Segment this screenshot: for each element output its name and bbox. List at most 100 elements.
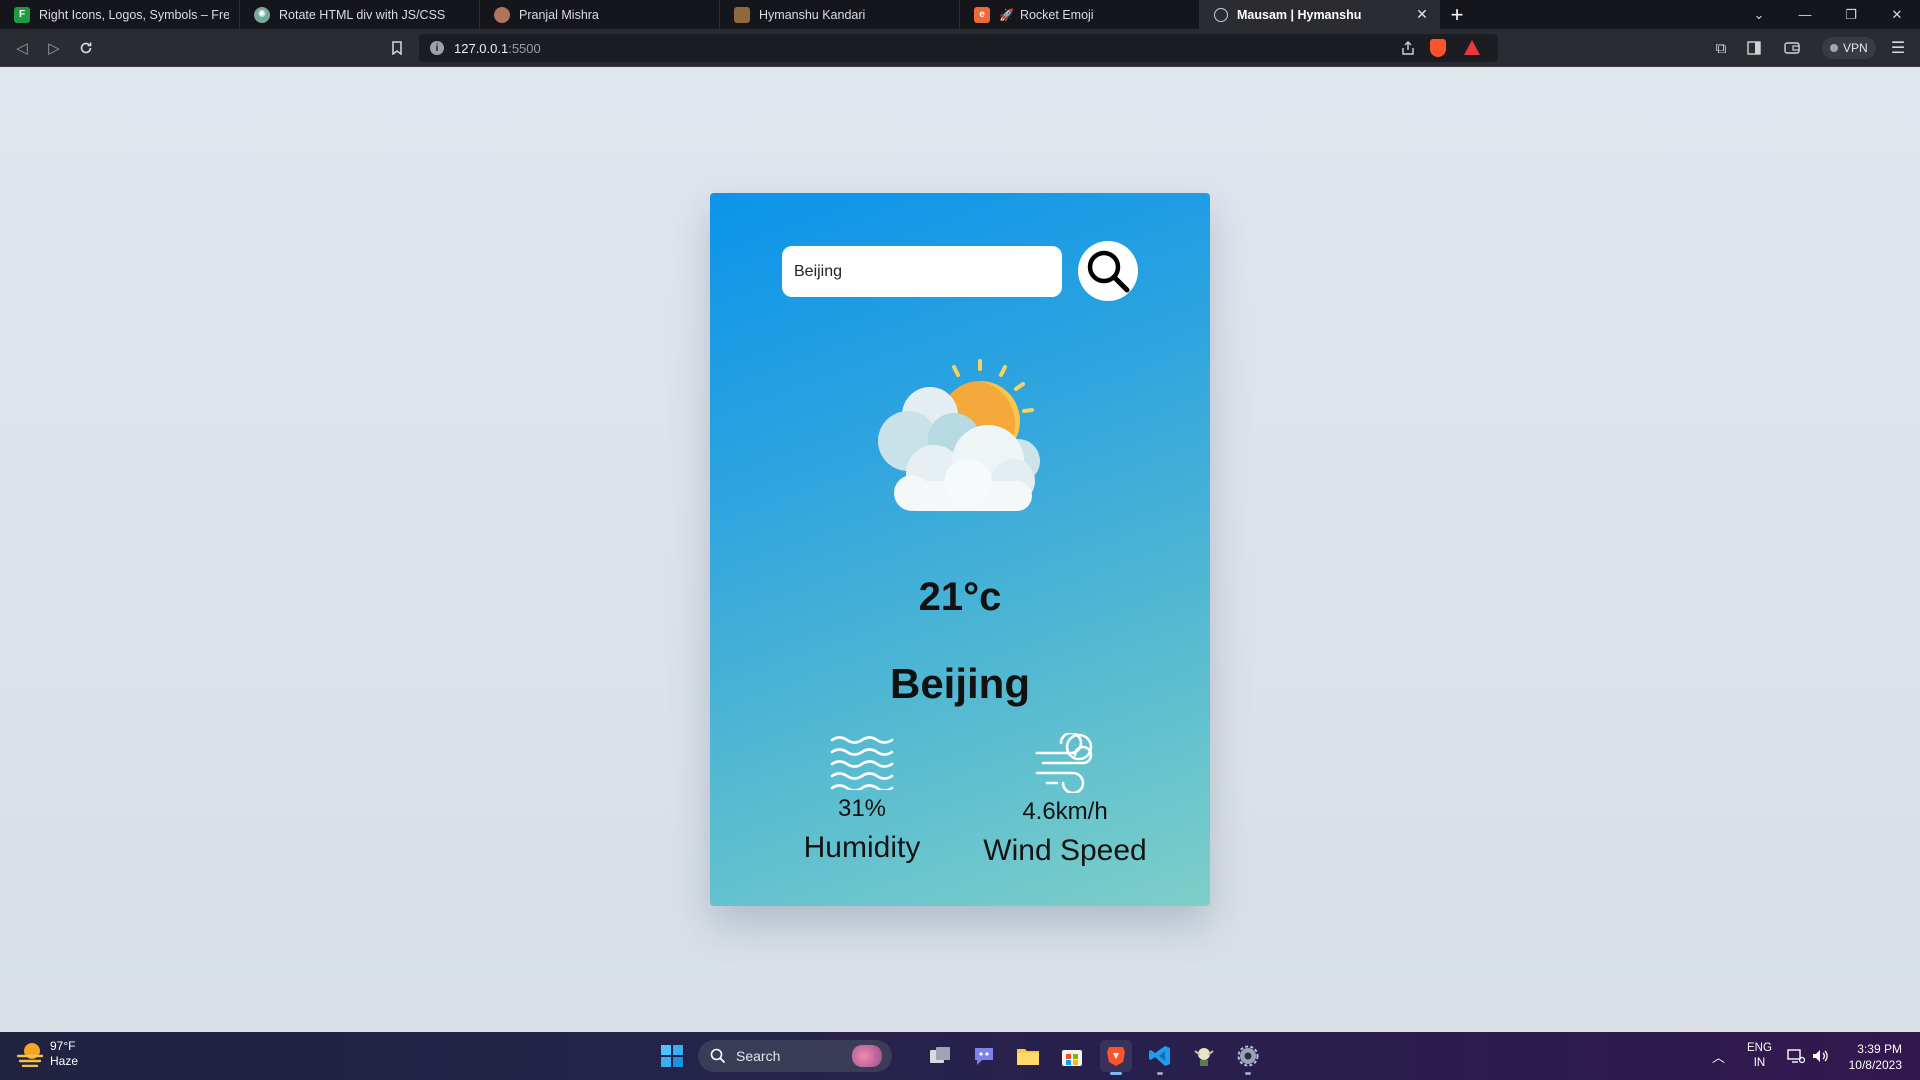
- start-button[interactable]: [656, 1040, 688, 1072]
- wallet-icon: [1784, 42, 1800, 54]
- tab-hymanshu[interactable]: Hymanshu Kandari: [720, 0, 960, 29]
- windows-logo-icon: [661, 1045, 683, 1067]
- minimize-button[interactable]: —: [1782, 0, 1828, 29]
- sidebar-button[interactable]: [1744, 38, 1764, 58]
- tab-title: Hymanshu Kandari: [759, 7, 866, 22]
- vpn-label: VPN: [1843, 41, 1868, 55]
- tab-chatgpt[interactable]: ✺ Rotate HTML div with JS/CSS: [240, 0, 480, 29]
- active-app-indicator: [1110, 1072, 1122, 1075]
- clock-time: 3:39 PM: [1857, 1042, 1902, 1056]
- rocket-icon: 🚀: [999, 7, 1014, 22]
- bookmark-button[interactable]: [387, 38, 407, 58]
- chatgpt-icon: ✺: [254, 6, 270, 23]
- store-icon: [1062, 1050, 1082, 1066]
- address-bar[interactable]: i 127.0.0.1:5500: [419, 34, 1498, 62]
- globe-icon: [1214, 7, 1228, 22]
- new-tab-button[interactable]: +: [1440, 0, 1474, 29]
- tab-title: Right Icons, Logos, Symbols – Free Do: [39, 7, 229, 22]
- haze-sun-icon: [16, 1043, 44, 1067]
- system-clock[interactable]: 3:39 PM 10/8/2023: [1849, 1041, 1902, 1073]
- tab-mausam[interactable]: Mausam | Hymanshu ✕: [1200, 0, 1440, 29]
- tab-search-chevron-icon[interactable]: ⌄: [1736, 0, 1782, 29]
- browser-tab-strip: F Right Icons, Logos, Symbols – Free Do …: [0, 0, 1920, 29]
- taskbar-search-label: Search: [736, 1048, 781, 1064]
- taskbar: 97°F Haze Search ︿ ENG IN 3:39 PM 10/8/2…: [0, 1032, 1920, 1080]
- site-info-icon[interactable]: i: [430, 41, 444, 55]
- tab-title: Mausam | Hymanshu: [1237, 7, 1362, 22]
- search-icon: [710, 1048, 726, 1064]
- chat-icon: [975, 1048, 993, 1065]
- menu-button[interactable]: ☰: [1888, 38, 1908, 58]
- partly-cloudy-icon: [878, 359, 1040, 511]
- reload-icon: [80, 42, 92, 54]
- url-text: 127.0.0.1:5500: [454, 40, 541, 56]
- tab-rocket-emoji[interactable]: e 🚀 Rocket Emoji: [960, 0, 1200, 29]
- game-app-button[interactable]: [1188, 1040, 1220, 1072]
- flaticon-icon: F: [14, 6, 30, 23]
- wallet-button[interactable]: [1782, 38, 1802, 58]
- brave-rewards-icon[interactable]: [1464, 40, 1480, 55]
- forward-button[interactable]: ▷: [44, 38, 64, 58]
- tab-title: Pranjal Mishra: [519, 7, 599, 22]
- folder-icon: [1017, 1049, 1039, 1065]
- emojipedia-icon: e: [974, 6, 990, 23]
- search-button[interactable]: [1078, 241, 1138, 301]
- network-icon[interactable]: [1787, 1032, 1805, 1080]
- extensions-button[interactable]: ⧉: [1711, 38, 1731, 58]
- vpn-button[interactable]: VPN: [1822, 37, 1876, 59]
- vscode-icon: [1149, 1046, 1170, 1066]
- settings-button[interactable]: [1232, 1040, 1264, 1075]
- bookmark-icon: [392, 41, 402, 55]
- city-search-input[interactable]: [782, 246, 1062, 297]
- vscode-button[interactable]: [1144, 1040, 1176, 1075]
- humidity-value: 31%: [837, 795, 887, 822]
- language-line1: ENG: [1747, 1042, 1772, 1054]
- teams-chat-button[interactable]: [968, 1040, 1000, 1072]
- profile-avatar-icon: [734, 6, 750, 23]
- microsoft-store-button[interactable]: [1056, 1040, 1088, 1072]
- tab-pranjal[interactable]: Pranjal Mishra: [480, 0, 720, 29]
- brave-browser-button[interactable]: [1100, 1040, 1132, 1075]
- browser-toolbar: ◁ ▷ i 127.0.0.1:5500 ⧉ VPN ☰: [0, 29, 1920, 67]
- window-controls: ⌄ — ❐ ✕: [1736, 0, 1920, 29]
- wind-speed-value: 4.6km/h: [1022, 798, 1108, 825]
- back-button[interactable]: ◁: [12, 38, 32, 58]
- share-icon[interactable]: [1400, 40, 1416, 61]
- taskbar-weather-condition: Haze: [50, 1054, 79, 1068]
- magnifier-icon: [1087, 250, 1130, 293]
- language-indicator[interactable]: ENG IN: [1747, 1032, 1772, 1080]
- humidity-label: Humidity: [803, 831, 921, 864]
- close-window-button[interactable]: ✕: [1874, 0, 1920, 29]
- taskbar-search-box[interactable]: Search: [698, 1040, 892, 1072]
- reload-button[interactable]: [76, 38, 96, 58]
- taskbar-weather-temp: 97°F: [50, 1039, 76, 1053]
- sidebar-icon: [1747, 41, 1761, 55]
- humidity-block: 31% Humidity: [762, 736, 962, 865]
- temperature-value: 21°c: [918, 575, 1002, 619]
- open-app-indicator: [1245, 1072, 1251, 1075]
- brave-shields-icon[interactable]: [1430, 39, 1446, 57]
- tab-title: Rotate HTML div with JS/CSS: [279, 7, 446, 22]
- tab-title: Rocket Emoji: [1019, 7, 1094, 22]
- show-hidden-icons-button[interactable]: ︿: [1712, 1032, 1725, 1080]
- city-name: Beijing: [889, 660, 1030, 707]
- file-explorer-button[interactable]: [1012, 1040, 1044, 1072]
- vpn-status-icon: [1830, 44, 1838, 52]
- wind-icon: [1035, 731, 1093, 795]
- volume-icon[interactable]: [1811, 1032, 1829, 1080]
- chevron-up-icon: ︿: [1712, 1049, 1726, 1065]
- restore-button[interactable]: ❐: [1828, 0, 1874, 29]
- taskbar-weather-widget[interactable]: 97°F Haze: [16, 1039, 78, 1069]
- game-character-icon: [1194, 1048, 1214, 1066]
- search-highlight-icon: [852, 1045, 882, 1067]
- wind-block: 4.6km/h Wind Speed: [977, 731, 1153, 868]
- gear-icon: [1237, 1045, 1259, 1067]
- tab-flaticon[interactable]: F Right Icons, Logos, Symbols – Free Do: [0, 0, 240, 29]
- humidity-waves-icon: [830, 736, 894, 792]
- brave-lion-icon: [1107, 1047, 1125, 1066]
- task-view-button[interactable]: [924, 1040, 956, 1072]
- close-tab-icon[interactable]: ✕: [1414, 6, 1430, 23]
- language-line2: IN: [1753, 1057, 1766, 1069]
- page-background: 21°c Beijing 31% Humidity: [0, 67, 1920, 1032]
- wind-speed-label: Wind Speed: [983, 834, 1147, 867]
